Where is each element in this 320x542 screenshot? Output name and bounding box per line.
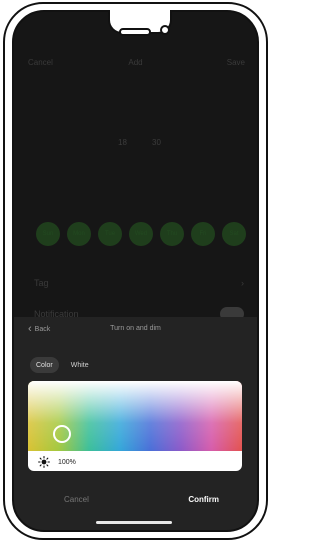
light-action-sheet: ‹ Back Turn on and dim Color White 100% … (14, 317, 257, 530)
day-button-wed[interactable]: Wed (129, 222, 153, 246)
day-button-tue[interactable]: Tue (98, 222, 122, 246)
save-button[interactable]: Save (227, 58, 245, 67)
time-picker[interactable]: 18 30 (14, 132, 257, 172)
day-button-sun[interactable]: Sun (36, 222, 60, 246)
home-indicator (96, 521, 172, 524)
day-button-thu[interactable]: Thu (160, 222, 184, 246)
tag-row[interactable]: Tag › (34, 278, 244, 288)
mode-tabs: Color White (30, 357, 95, 375)
brightness-row[interactable]: 100% (28, 453, 242, 471)
top-bar: Cancel Add Save (14, 58, 257, 74)
sheet-footer: Cancel Confirm (14, 487, 257, 511)
color-card: 100% (28, 381, 242, 471)
day-button-sat[interactable]: Sat (222, 222, 246, 246)
app-screen: Cancel Add Save 18 30 Sun Mon Tue Wed Th… (14, 12, 257, 530)
confirm-button[interactable]: Confirm (188, 495, 219, 504)
day-button-mon[interactable]: Mon (67, 222, 91, 246)
tab-color[interactable]: Color (30, 357, 59, 373)
minute-value: 30 (152, 138, 161, 147)
day-button-fri[interactable]: Fri (191, 222, 215, 246)
speaker-icon (119, 28, 151, 36)
day-selector: Sun Mon Tue Wed Thu Fri Sat (36, 222, 246, 246)
chevron-right-icon: › (241, 278, 244, 288)
page-title: Add (128, 58, 143, 67)
sheet-title: Turn on and dim (110, 325, 161, 332)
sheet-cancel-button[interactable]: Cancel (64, 495, 89, 504)
tag-label: Tag (34, 278, 49, 288)
camera-icon (160, 25, 170, 35)
color-picker-handle[interactable] (53, 425, 71, 443)
sun-icon (38, 456, 50, 468)
hour-value: 18 (118, 138, 127, 147)
tab-white[interactable]: White (65, 357, 95, 373)
brightness-value: 100% (58, 458, 76, 466)
sheet-header: ‹ Back Turn on and dim (14, 324, 257, 341)
